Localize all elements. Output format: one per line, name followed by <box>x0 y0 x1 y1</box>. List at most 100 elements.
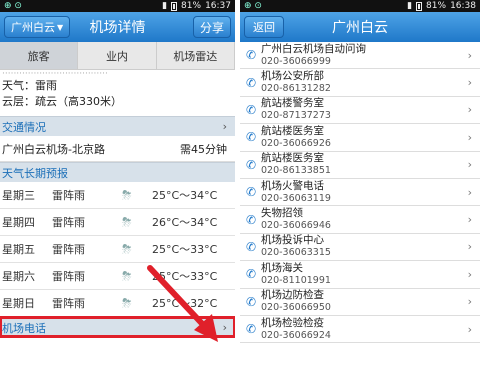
title-bar: 广州白云 ▼ 机场详情 分享 <box>0 12 235 42</box>
phone-number: 020-36063119 <box>261 192 331 204</box>
phone-number: 020-81101991 <box>261 274 331 286</box>
phone-list-item[interactable]: ✆ 航站楼警务室 020-87137273 › <box>240 97 480 125</box>
phone-text: 机场投诉中心 020-36063315 <box>261 234 468 259</box>
chevron-right-icon: › <box>467 130 472 144</box>
forecast-row: 星期六 雷阵雨 ⛈ 25°C～33°C <box>0 263 235 290</box>
traffic-route: 广州白云机场-北京路 <box>2 142 105 156</box>
forecast-day: 星期五 <box>2 243 35 256</box>
traffic-section-header[interactable]: 交通情况 › <box>0 116 235 136</box>
phone-list-item[interactable]: ✆ 失物招领 020-36066946 › <box>240 206 480 234</box>
signal-icon: ▮ <box>162 1 168 11</box>
city-dropdown-label: 广州白云 <box>11 21 55 34</box>
notification-icons: ⊕ ⊙ <box>244 1 262 11</box>
forecast-condition: 雷阵雨 <box>52 243 85 256</box>
phone-list-item[interactable]: ✆ 机场投诉中心 020-36063315 › <box>240 234 480 262</box>
phone-list-item[interactable]: ✆ 航站楼医务室 020-36066926 › <box>240 124 480 152</box>
forecast-temperature: 25°C～32°C <box>152 297 218 310</box>
chevron-right-icon: › <box>467 267 472 281</box>
forecast-row: 星期五 雷阵雨 ⛈ 25°C～33°C <box>0 236 235 263</box>
city-dropdown[interactable]: 广州白云 ▼ <box>4 16 71 38</box>
chevron-right-icon: › <box>467 103 472 117</box>
back-button[interactable]: 返回 <box>244 16 284 38</box>
phone-name: 航站楼医务室 <box>261 124 324 137</box>
phone-list-item[interactable]: ✆ 广州白云机场自动问询 020-36066999 › <box>240 42 480 70</box>
traffic-route-row: 广州白云机场-北京路 需45分钟 <box>0 136 235 162</box>
phone-icon: ✆ <box>245 185 257 200</box>
phone-icon: ✆ <box>245 102 257 117</box>
phone-text: 航站楼警务室 020-87137273 <box>261 97 468 122</box>
forecast-condition: 雷阵雨 <box>52 189 85 202</box>
page-title: 机场详情 <box>89 20 146 36</box>
airport-detail-screen: ⊕ ⊙ ▮ 81% 16:37 广州白云 ▼ 机场详情 分享 旅客 业内 机场雷… <box>0 0 235 366</box>
phone-text: 机场火警电话 020-36063119 <box>261 180 468 205</box>
share-button[interactable]: 分享 <box>192 16 231 38</box>
forecast-temperature: 25°C～33°C <box>152 270 218 283</box>
clock: 16:38 <box>450 1 476 11</box>
chevron-right-icon: › <box>467 295 472 309</box>
phone-number: 020-86133851 <box>261 165 331 177</box>
forecast-condition: 雷阵雨 <box>52 270 85 283</box>
phone-number: 020-36066946 <box>261 220 331 232</box>
forecast-temperature: 25°C～34°C <box>152 189 218 202</box>
phone-name: 航站楼警务室 <box>261 97 324 110</box>
forecast-day: 星期三 <box>2 189 35 202</box>
phone-number: 020-36063315 <box>261 247 331 259</box>
detail-content: ····································· 天气… <box>0 70 235 338</box>
tab-passenger[interactable]: 旅客 <box>0 42 79 69</box>
phone-text: 航站楼医务室 020-86133851 <box>261 152 468 177</box>
phone-list-item[interactable]: ✆ 机场边防检查 020-36066950 › <box>240 289 480 316</box>
phone-icon: ✆ <box>245 267 257 282</box>
signal-icon: ▮ <box>407 1 413 11</box>
phone-icon: ✆ <box>245 212 257 227</box>
phone-text: 机场检验检疫 020-36066924 <box>261 317 468 342</box>
forecast-temperature: 25°C～33°C <box>152 243 218 256</box>
phone-list-item[interactable]: ✆ 机场公安所部 020-86131282 › <box>240 69 480 97</box>
forecast-row: 星期四 雷阵雨 ⛈ 26°C～34°C <box>0 209 235 236</box>
chevron-right-icon: › <box>222 120 227 133</box>
phone-list-item[interactable]: ✆ 机场海关 020-81101991 › <box>240 261 480 289</box>
tab-bar: 旅客 业内 机场雷达 <box>0 42 235 70</box>
phone-name: 机场海关 <box>261 261 303 274</box>
phone-number: 020-86131282 <box>261 83 331 95</box>
battery-icon <box>171 1 178 11</box>
forecast-day: 星期日 <box>2 297 35 310</box>
phone-icon: ✆ <box>245 157 257 172</box>
phone-icon: ✆ <box>245 294 257 309</box>
weather-clouds: 云层：疏云（高330米） <box>2 95 122 108</box>
notification-icons: ⊕ ⊙ <box>4 1 22 11</box>
forecast-section-header: 天气长期预报 <box>0 162 235 182</box>
clock: 16:37 <box>205 1 231 11</box>
phone-icon: ✆ <box>245 75 257 90</box>
chevron-right-icon: › <box>467 240 472 254</box>
forecast-day: 星期四 <box>2 216 35 229</box>
phone-text: 失物招领 020-36066946 <box>261 207 468 232</box>
chevron-right-icon: › <box>467 185 472 199</box>
tab-airport-radar[interactable]: 机场雷达 <box>157 42 235 69</box>
phone-list-item[interactable]: ✆ 机场火警电话 020-36063119 › <box>240 179 480 207</box>
airport-phone-screen: ⊕ ⊙ ▮ 81% 16:38 返回 广州白云 ✆ 广州白云机场自动问询 020-3… <box>240 0 480 366</box>
phone-name: 机场公安所部 <box>261 70 324 83</box>
phone-list: ✆ 广州白云机场自动问询 020-36066999 › ✆ 机场公安所部 020-86131… <box>240 42 480 344</box>
traffic-section-title: 交通情况 <box>2 120 46 134</box>
phone-list-item[interactable]: ✆ 航站楼医务室 020-86133851 › <box>240 152 480 179</box>
weather-current: 天气：雷雨 <box>2 79 57 92</box>
phone-icon: ✆ <box>245 130 257 145</box>
phone-name: 失物招领 <box>261 207 303 220</box>
phone-number: 020-87137273 <box>261 110 331 122</box>
phone-number: 020-36066926 <box>261 137 331 149</box>
battery-percent: 81% <box>426 1 447 11</box>
phone-number: 020-36066924 <box>261 329 331 341</box>
title-bar: 返回 广州白云 <box>240 12 480 42</box>
thunderstorm-icon: ⛈ <box>122 187 132 202</box>
phone-name: 机场边防检查 <box>261 289 324 302</box>
forecast-row: 星期三 雷阵雨 ⛈ 25°C～34°C <box>0 182 235 209</box>
phone-icon: ✆ <box>245 239 257 254</box>
phone-text: 机场边防检查 020-36066950 <box>261 289 468 314</box>
airport-phone-section-header[interactable]: 机场电话 › <box>0 316 235 338</box>
forecast-temperature: 26°C～34°C <box>152 216 218 229</box>
tab-industry[interactable]: 业内 <box>78 42 157 69</box>
thunderstorm-icon: ⛈ <box>122 214 132 229</box>
phone-name: 广州白云机场自动问询 <box>261 42 366 55</box>
phone-list-item[interactable]: ✆ 机场检验检疫 020-36066924 › <box>240 316 480 344</box>
chevron-down-icon: ▼ <box>57 22 64 32</box>
